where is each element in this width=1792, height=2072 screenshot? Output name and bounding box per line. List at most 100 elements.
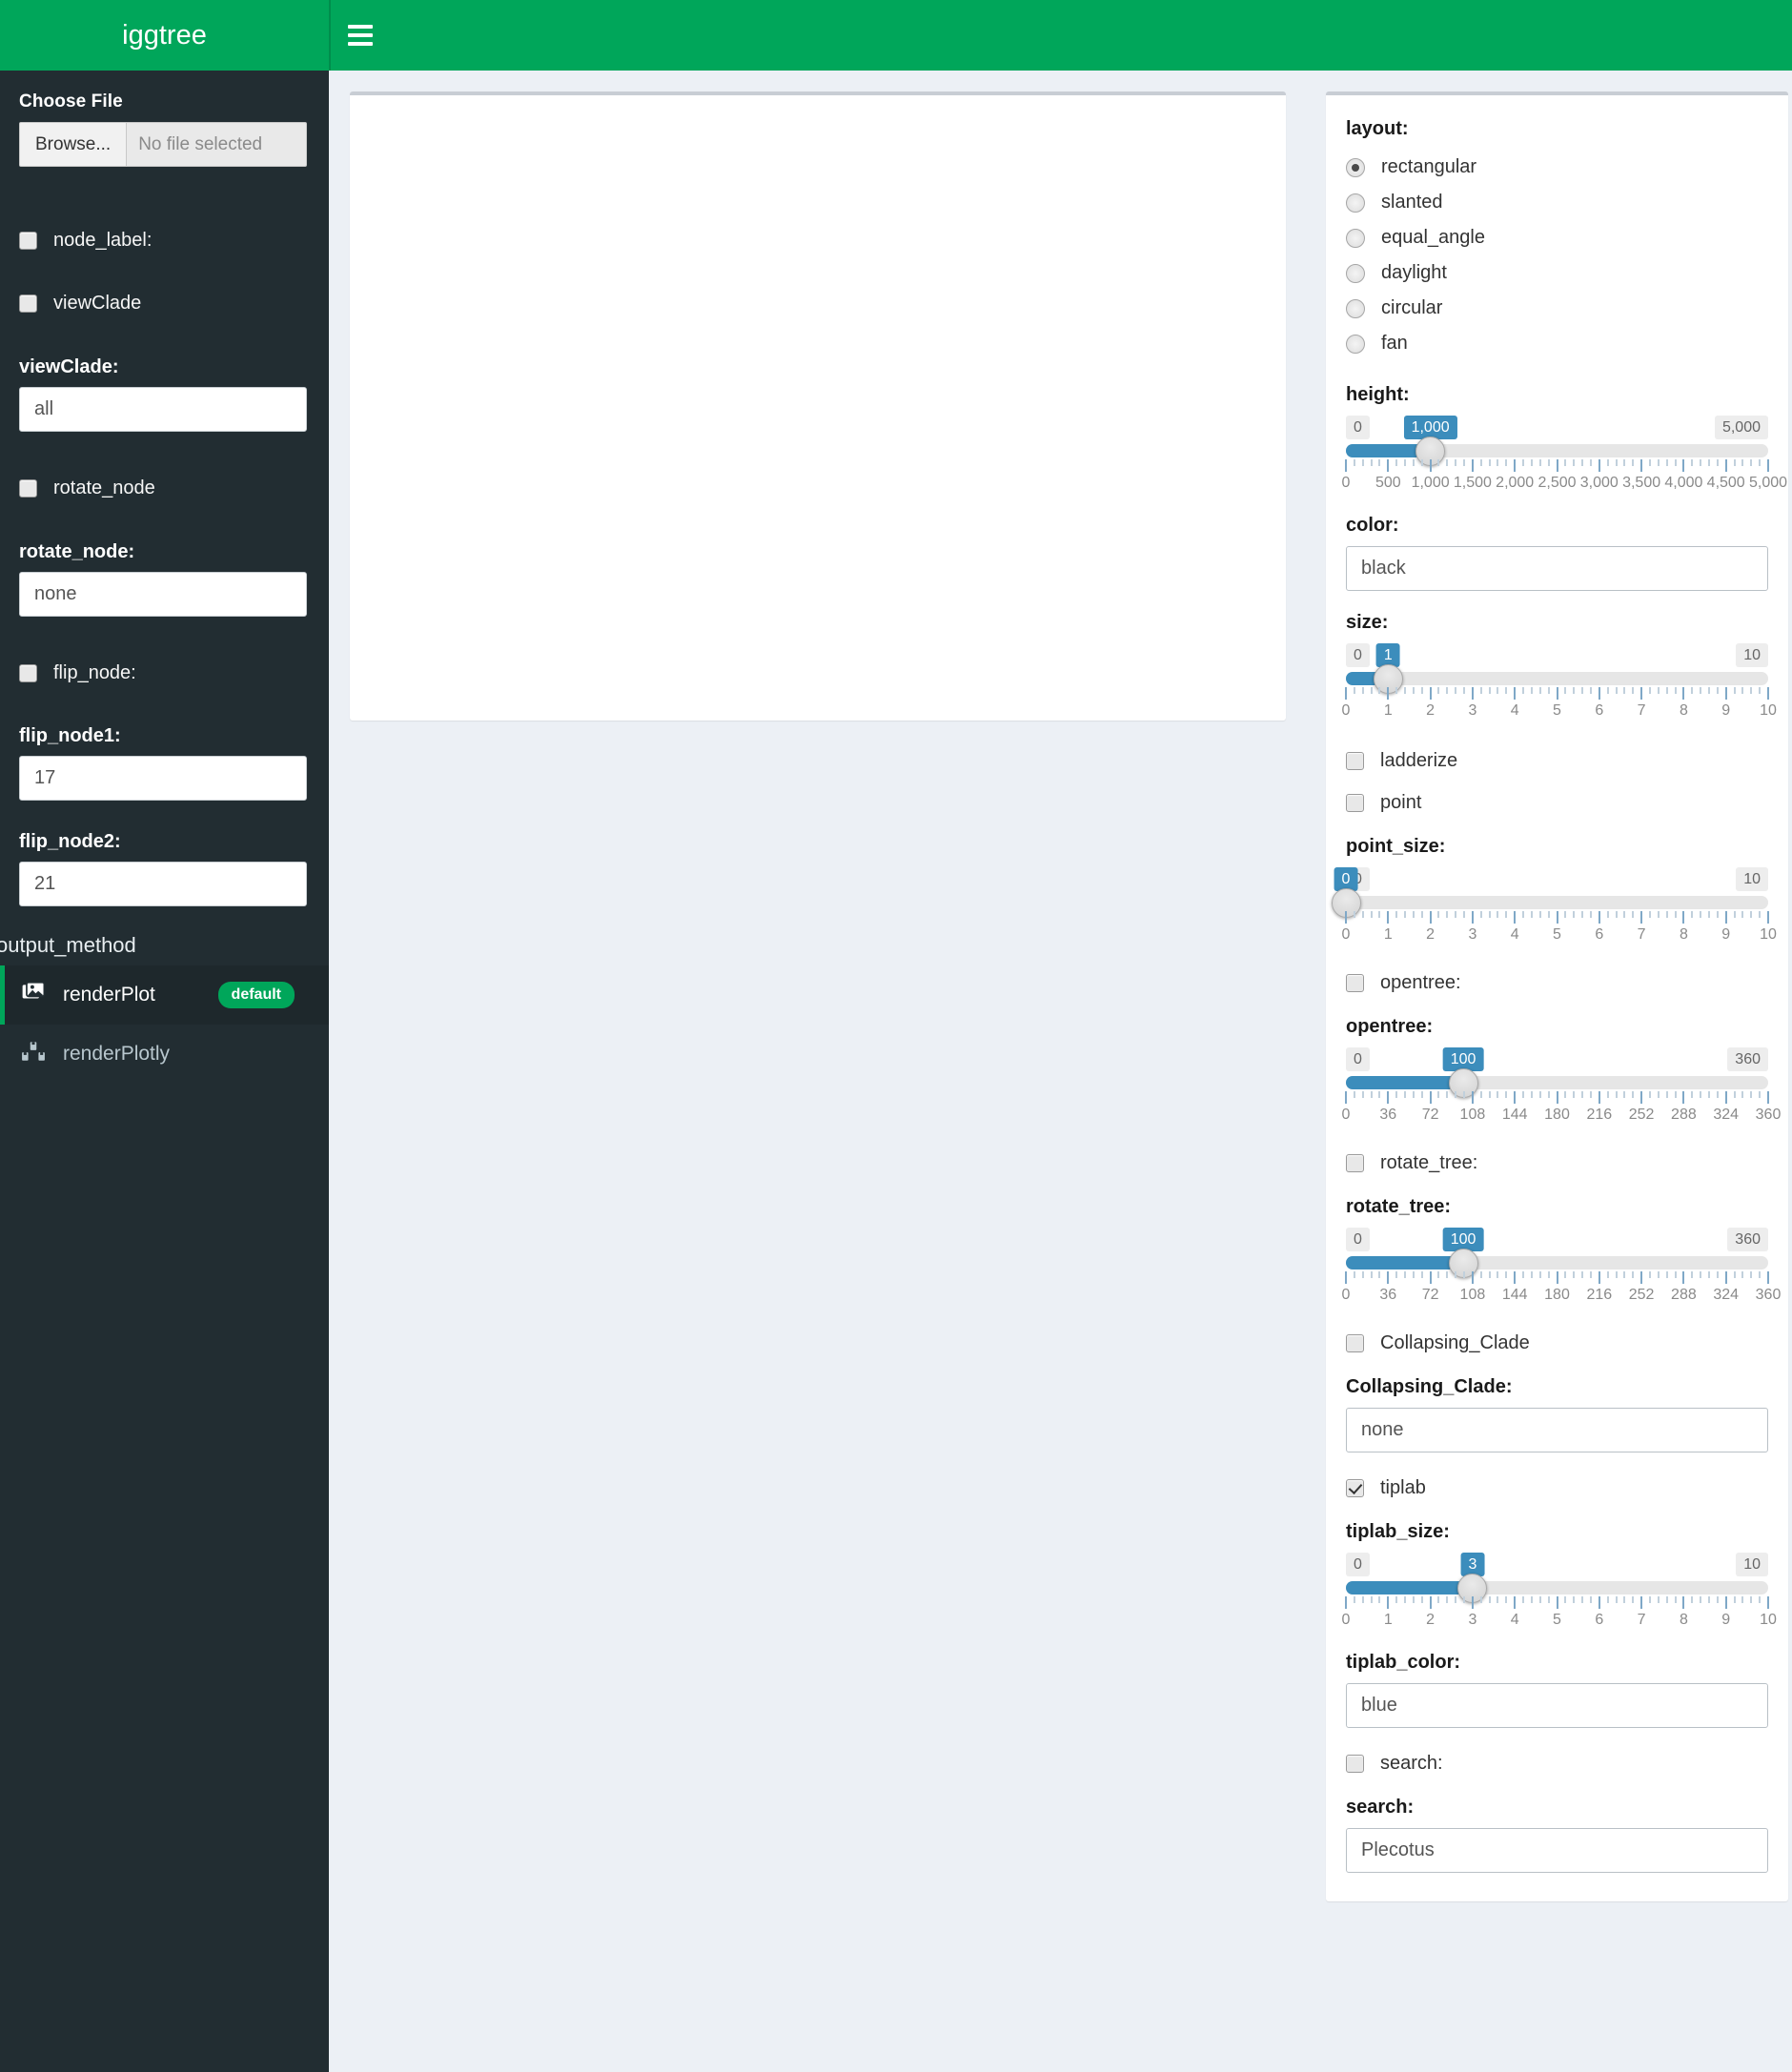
slider-tick	[1674, 459, 1677, 466]
checkbox-box[interactable]	[19, 295, 37, 313]
checkbox-point[interactable]: point	[1346, 786, 1768, 819]
checkbox-node-label[interactable]: node_label:	[19, 230, 310, 252]
slider-tick	[1589, 1271, 1592, 1278]
slider-tick-label: 288	[1671, 1287, 1697, 1303]
checkbox-box[interactable]	[1346, 1153, 1364, 1172]
radio-circular[interactable]: circular	[1346, 291, 1768, 326]
slider-tick	[1463, 1091, 1466, 1098]
radio-rectangular[interactable]: rectangular	[1346, 150, 1768, 185]
slider-tick	[1547, 911, 1550, 918]
slider-tick	[1707, 1596, 1710, 1603]
sidebar-item-render-plot[interactable]: renderPlot default	[0, 965, 329, 1025]
radio-button[interactable]	[1346, 263, 1365, 283]
slider-tick-labels: 0 1 2 3 4 5 6 7 8 9 10	[1342, 702, 1777, 723]
checkbox-box[interactable]	[19, 664, 37, 682]
flip-node1-input[interactable]: 17	[19, 756, 307, 801]
tiplab-size-slider[interactable]: 0 10 3 0 1 2 3 4 5 6 7 8 9 10	[1342, 1553, 1777, 1644]
slider-tick-label: 324	[1713, 1107, 1740, 1123]
radio-button[interactable]	[1346, 298, 1365, 318]
slider-tick	[1488, 687, 1491, 694]
slider-tick	[1345, 1596, 1347, 1609]
slider-tick	[1353, 1596, 1355, 1603]
checkbox-ladderize[interactable]: ladderize	[1346, 744, 1768, 777]
slider-track[interactable]	[1346, 1256, 1768, 1270]
checkbox-box[interactable]	[1346, 1333, 1364, 1352]
checkbox-search[interactable]: search:	[1346, 1747, 1768, 1779]
size-slider[interactable]: 0 10 1 0 1 2 3 4 5 6 7 8 9 10	[1342, 643, 1777, 735]
checkbox-rotate-tree[interactable]: rotate_tree:	[1346, 1147, 1768, 1179]
slider-tick	[1632, 911, 1635, 918]
radio-equal-angle[interactable]: equal_angle	[1346, 220, 1768, 255]
checkbox-box[interactable]	[1346, 793, 1364, 812]
radio-button[interactable]	[1346, 228, 1365, 248]
point-size-slider[interactable]: 0 10 0 0 1 2 3 4 5 6 7 8 9 10	[1331, 867, 1777, 959]
opentree-title: opentree:	[1346, 1016, 1434, 1037]
slider-tick	[1767, 1596, 1769, 1609]
browse-button[interactable]: Browse...	[20, 123, 128, 166]
slider-track[interactable]	[1346, 444, 1768, 457]
slider-tick	[1589, 687, 1592, 694]
slider-track[interactable]	[1346, 1076, 1768, 1089]
flip-node2-input[interactable]: 21	[19, 862, 307, 906]
slider-track[interactable]	[1346, 1581, 1768, 1595]
radio-slanted[interactable]: slanted	[1346, 185, 1768, 220]
checkbox-tiplab[interactable]: tiplab	[1346, 1472, 1768, 1504]
slider-tick	[1446, 459, 1449, 466]
sidebar-item-label: renderPlot	[63, 984, 155, 1006]
slider-tick	[1615, 1596, 1618, 1603]
radio-label: slanted	[1381, 192, 1443, 213]
rotate-tree-slider[interactable]: 0 360 100 0 36 72 108 144 180 216 252 288 324 360	[1342, 1228, 1781, 1319]
checkbox-view-clade[interactable]: viewClade	[19, 293, 310, 315]
checkbox-rotate-node[interactable]: rotate_node	[19, 477, 310, 499]
collapsing-clade-input[interactable]: none	[1346, 1408, 1768, 1452]
radio-button[interactable]	[1346, 193, 1365, 213]
slider-tick-label: 324	[1713, 1287, 1740, 1303]
rotate-node-input[interactable]: none	[19, 572, 307, 617]
radio-button[interactable]	[1346, 157, 1365, 177]
sidebar-item-render-plotly[interactable]: renderPlotly	[0, 1025, 329, 1084]
slider-track[interactable]	[1346, 896, 1768, 909]
slider-tick	[1412, 687, 1415, 694]
checkbox-flip-node[interactable]: flip_node:	[19, 662, 310, 684]
slider-tick	[1606, 1596, 1609, 1603]
opentree-slider[interactable]: 0 360 100 0 36 72 108 144 180 216 252 288 324 360	[1342, 1047, 1781, 1139]
checkbox-collapsing-clade[interactable]: Collapsing_Clade	[1346, 1327, 1768, 1359]
checkbox-box[interactable]	[1346, 1754, 1364, 1773]
search-input[interactable]: Plecotus	[1346, 1828, 1768, 1873]
field-label: viewClade:	[19, 356, 119, 377]
images-icon	[21, 980, 46, 1010]
checkbox-opentree[interactable]: opentree:	[1346, 966, 1768, 999]
slider-tick	[1615, 687, 1618, 694]
slider-tick	[1471, 687, 1474, 700]
slider-tick-label: 1,000	[1411, 475, 1450, 491]
file-input[interactable]: Browse... No file selected	[19, 122, 307, 167]
tiplab-color-input[interactable]: blue	[1346, 1683, 1768, 1728]
checkbox-box[interactable]	[19, 232, 37, 250]
slider-track[interactable]	[1346, 672, 1768, 685]
plot-output-panel[interactable]	[350, 91, 1286, 721]
radio-daylight[interactable]: daylight	[1346, 255, 1768, 291]
hamburger-icon[interactable]	[331, 0, 390, 71]
field-label: flip_node1:	[19, 725, 121, 746]
view-clade-input[interactable]: all	[19, 387, 307, 432]
slider-tick	[1767, 911, 1769, 924]
slider-tick	[1598, 687, 1600, 700]
checkbox-box[interactable]	[1346, 1478, 1364, 1497]
slider-tick	[1759, 911, 1761, 918]
slider-tick	[1514, 911, 1517, 924]
checkbox-box[interactable]	[1346, 973, 1364, 992]
slider-tick	[1538, 911, 1541, 918]
slider-tick	[1750, 1091, 1753, 1098]
checkbox-box[interactable]	[19, 479, 37, 498]
checkbox-box[interactable]	[1346, 751, 1364, 770]
radio-fan[interactable]: fan	[1346, 326, 1768, 361]
color-input[interactable]: black	[1346, 546, 1768, 591]
slider-tick	[1353, 459, 1355, 466]
slider-tick	[1429, 911, 1432, 924]
radio-button[interactable]	[1346, 334, 1365, 354]
slider-tick	[1648, 459, 1651, 466]
slider-tick	[1623, 1091, 1626, 1098]
slider-tick	[1378, 1596, 1381, 1603]
height-slider[interactable]: 0 5,000 1,000 0 500 1,000 1,500 2,000 2,500 3,000…	[1342, 416, 1787, 507]
slider-tick-label: 3	[1468, 702, 1477, 719]
